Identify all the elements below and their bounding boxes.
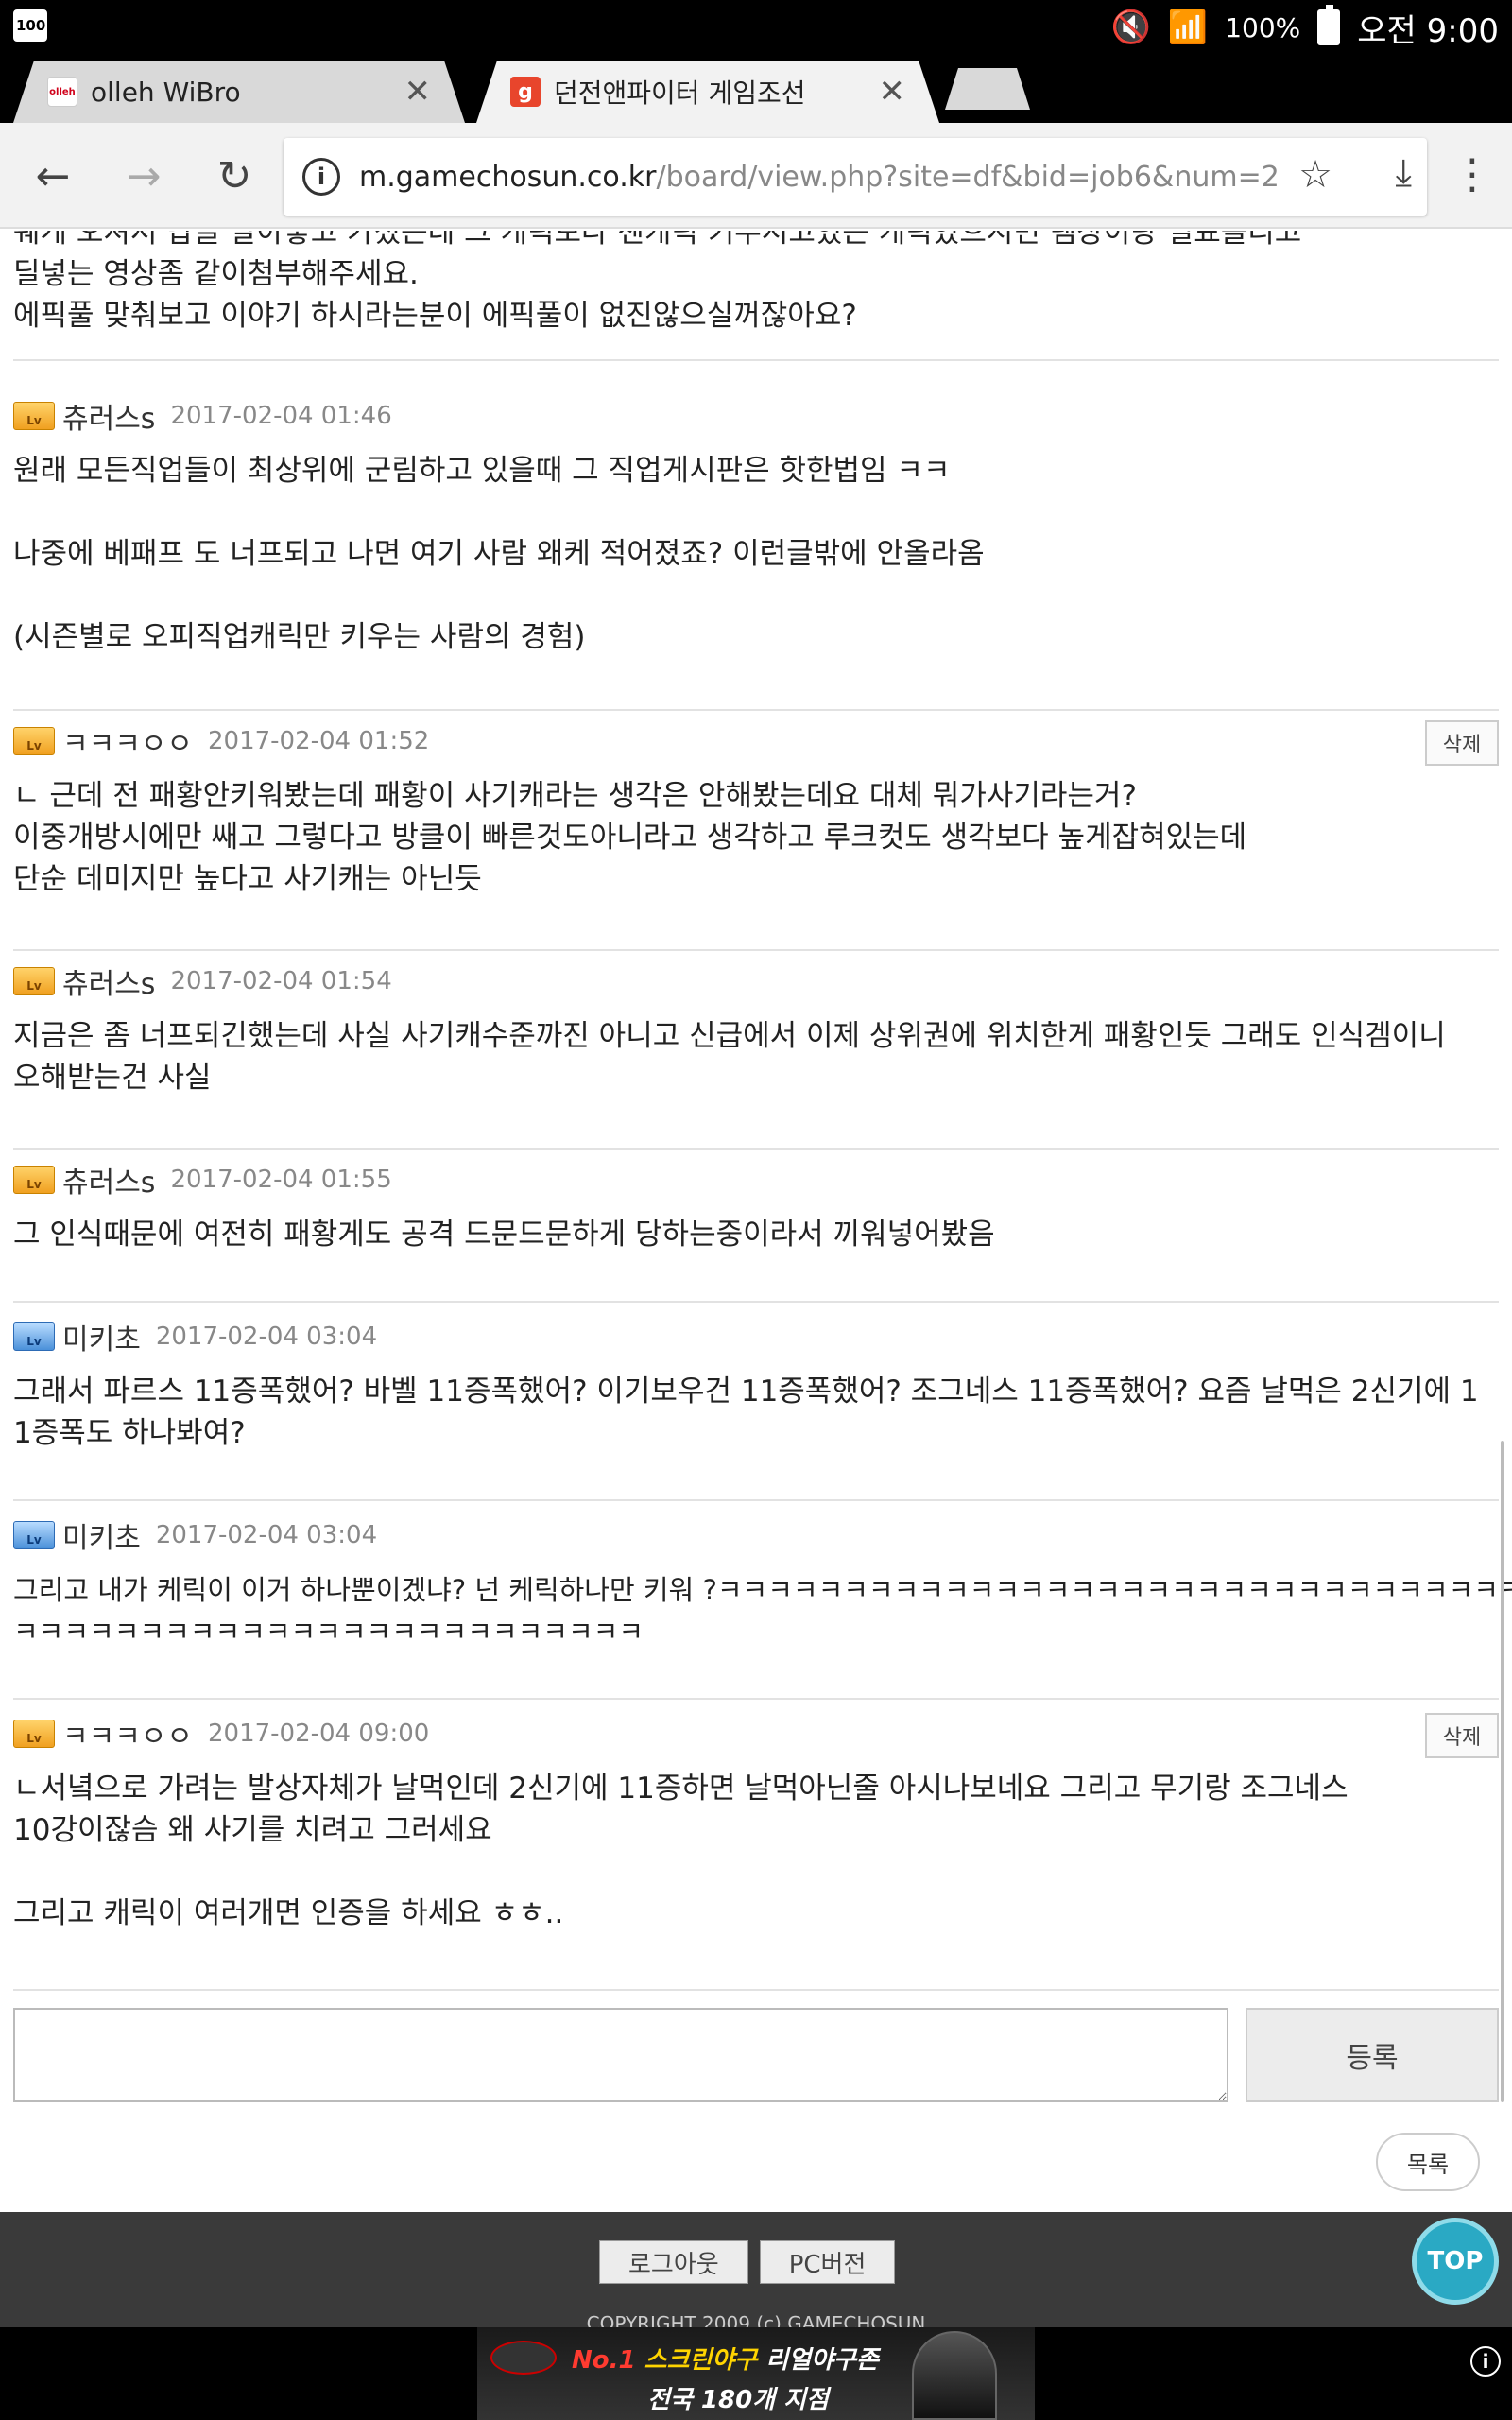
status-bar: 100 🔇 📶 100% 오전 9:00 xyxy=(0,0,1512,55)
ad-creative[interactable]: No.1 스크린야구 리얼야구존 전국 180개 지점 xyxy=(477,2327,1035,2420)
tab-title: olleh WiBro xyxy=(91,76,241,108)
comment-line: (시즌별로 오피직업캐릭만 키우는 사람의 경험) xyxy=(13,620,586,654)
olleh-favicon-icon: olleh xyxy=(47,77,77,107)
battery-level-icon: 100 xyxy=(13,9,47,42)
comment-date: 2017-02-04 01:52 xyxy=(208,727,430,755)
comment-date: 2017-02-04 09:00 xyxy=(208,1720,430,1748)
close-tab-icon[interactable]: ✕ xyxy=(879,73,906,111)
comment-line: 단순 데미지만 높다고 사기캐는 아닌듯 xyxy=(13,862,482,896)
comment-line: 에픽풀 맞춰보고 이야기 하시라는분이 에픽풀이 없진않으실꺼잖아요? xyxy=(13,299,857,333)
comment-line: 그리고 내가 케릭이 이거 하나뿐이겠냐? 넌 케릭하나만 키워 ?ㅋㅋㅋㅋㅋㅋ… xyxy=(13,1574,1512,1606)
ad-screen-baseball: 스크린야구 xyxy=(644,2346,758,2375)
comment-date: 2017-02-04 01:46 xyxy=(170,402,392,430)
level-badge-icon: Lv xyxy=(13,1322,55,1351)
comment-item: Lv ㅋㅋㅋㅇㅇ 2017-02-04 09:00 삭제 ㄴ서녘으로 가려는 발… xyxy=(13,1713,1499,1991)
comment-date: 2017-02-04 03:04 xyxy=(155,1322,378,1351)
baseball-logo-icon xyxy=(490,2341,557,2375)
comment-line: 지금은 좀 너프되긴했는데 사실 사기캐수준까진 아니고 신급에서 이제 상위권… xyxy=(13,1019,1446,1053)
comment-author[interactable]: 츄러스s xyxy=(62,395,155,437)
comment-line: 오해받는건 사실 xyxy=(13,1061,212,1095)
bookmark-star-icon[interactable]: ☆ xyxy=(1298,153,1332,197)
browser-toolbar: ← → ↻ i m.gamechosun.co.kr/board/view.ph… xyxy=(0,123,1512,229)
comment-line: 이중개방시에만 쌔고 그렇다고 방클이 빠른것도아니라고 생각하고 루크컷도 생… xyxy=(13,821,1247,855)
level-badge-icon: Lv xyxy=(13,1521,55,1549)
comment-line: 그래서 파르스 11증폭했어? 바벨 11증폭했어? 이기보우건 11증폭했어?… xyxy=(13,1374,1479,1409)
list-button[interactable]: 목록 xyxy=(1376,2133,1480,2191)
comment-partial-body: 웨게 오셔서 답글 달아놓고 가셨는데 그 캐릭보다 센캐릭 키우시고있는 캐릭… xyxy=(13,231,1499,361)
ad-real-baseball-zone: 리얼야구존 xyxy=(765,2346,879,2375)
comment-list: 웨게 오셔서 답글 달아놓고 가셨는데 그 캐릭보다 센캐릭 키우시고있는 캐릭… xyxy=(0,231,1512,2212)
comment-author[interactable]: 미키초 xyxy=(62,1316,141,1357)
delete-button[interactable]: 삭제 xyxy=(1425,720,1499,766)
url-text[interactable]: m.gamechosun.co.kr/board/view.php?site=d… xyxy=(359,161,1295,194)
comment-line: 10강이잖슴 왜 사기를 치려고 그러세요 xyxy=(13,1813,492,1847)
clock: 오전 9:00 xyxy=(1357,11,1499,50)
ad-info-icon[interactable]: i xyxy=(1470,2346,1501,2377)
mute-icon: 🔇 xyxy=(1110,9,1151,46)
logout-button[interactable]: 로그아웃 xyxy=(599,2240,748,2284)
reply-textarea[interactable] xyxy=(13,2008,1228,2102)
comment-line: 원래 모든직업들이 최상위에 군림하고 있을때 그 직업게시판은 핫한법임 ㅋㅋ xyxy=(13,454,951,488)
reply-form: 등록 xyxy=(13,2008,1499,2104)
url-path: /board/view.php?site=df&bid=job6&num=2 xyxy=(656,160,1280,194)
comment-item: Lv 츄러스s 2017-02-04 01:46 원래 모든직업들이 최상위에 … xyxy=(13,395,1499,711)
level-badge-icon: Lv xyxy=(13,1166,55,1194)
new-tab-button[interactable] xyxy=(945,68,1030,110)
comment-line: 나중에 베패프 도 너프되고 나면 여기 사람 왜케 적어졌죠? 이런글밖에 안… xyxy=(13,537,985,571)
comment-item: Lv 미키초 2017-02-04 03:04 그래서 파르스 11증폭했어? … xyxy=(13,1316,1499,1501)
close-tab-icon[interactable]: ✕ xyxy=(404,73,432,111)
wifi-icon: 📶 xyxy=(1167,9,1209,46)
delete-button[interactable]: 삭제 xyxy=(1425,1713,1499,1758)
forward-arrow-icon[interactable]: → xyxy=(115,147,172,204)
scroll-top-button[interactable]: TOP xyxy=(1412,2218,1499,2305)
footer: 로그아웃 PC버전 COPYRIGHT 2009 (c) GAMECHOSUN xyxy=(0,2212,1512,2335)
level-badge-icon: Lv xyxy=(13,967,55,995)
comment-author[interactable]: ㅋㅋㅋㅇㅇ xyxy=(62,720,193,762)
level-badge-icon: Lv xyxy=(13,1720,55,1748)
tab-olleh-wibro[interactable]: olleh olleh WiBro ✕ xyxy=(13,60,465,123)
tab-title: 던전앤파이터 게임조선 xyxy=(554,78,806,109)
comment-line: ㄴ서녘으로 가려는 발상자체가 날먹인데 2신기에 11증하면 날먹아닌줄 아시… xyxy=(13,1772,1349,1806)
comment-author[interactable]: 츄러스s xyxy=(62,1159,155,1201)
url-host: m.gamechosun.co.kr xyxy=(359,160,657,194)
comment-line: 웨게 오셔서 답글 달아놓고 가셨는데 그 캐릭보다 센캐릭 키우시고있는 캐릭… xyxy=(13,231,1302,250)
download-icon[interactable]: ⤓ xyxy=(1395,151,1412,195)
comment-date: 2017-02-04 03:04 xyxy=(155,1521,378,1549)
submit-button[interactable]: 등록 xyxy=(1246,2008,1499,2102)
ad-no1: No.1 xyxy=(572,2346,636,2375)
comment-item: Lv 츄러스s 2017-02-04 01:55 그 인식때문에 여전히 패황게… xyxy=(13,1159,1499,1303)
back-arrow-icon[interactable]: ← xyxy=(25,147,81,204)
level-badge-icon: Lv xyxy=(13,727,55,755)
info-icon[interactable]: i xyxy=(302,158,340,196)
scrollbar[interactable] xyxy=(1501,1441,1504,2102)
ad-banner[interactable]: No.1 스크린야구 리얼야구존 전국 180개 지점 i xyxy=(0,2327,1512,2420)
tab-bar: olleh olleh WiBro ✕ g 던전앤파이터 게임조선 ✕ xyxy=(0,55,1512,123)
comment-line: 그리고 캐릭이 여러개면 인증을 하세요 ㅎㅎ.. xyxy=(13,1896,564,1930)
battery-icon xyxy=(1317,5,1341,45)
comment-line: ㄴ 근데 전 패황안키워봤는데 패황이 사기캐라는 생각은 안해봤는데요 대체 … xyxy=(13,779,1137,813)
baseball-player-icon xyxy=(912,2331,997,2420)
overflow-menu-icon[interactable]: ⋮ xyxy=(1452,151,1493,199)
comment-line: 그 인식때문에 여전히 패황게도 공격 드문드문하게 당하는중이라서 끼워넣어봤… xyxy=(13,1218,995,1252)
comment-date: 2017-02-04 01:54 xyxy=(170,967,392,995)
gamechosun-favicon-icon: g xyxy=(510,77,541,107)
comment-author[interactable]: 미키초 xyxy=(62,1514,141,1556)
comment-line: 딜넣는 영상좀 같이첨부해주세요. xyxy=(13,257,419,291)
comment-line: 1증폭도 하나봐여? xyxy=(13,1416,246,1450)
comment-author[interactable]: 츄러스s xyxy=(62,960,155,1002)
pc-version-button[interactable]: PC버전 xyxy=(759,2240,896,2284)
address-bar[interactable]: i m.gamechosun.co.kr/board/view.php?site… xyxy=(284,138,1427,216)
comment-item: Lv ㅋㅋㅋㅇㅇ 2017-02-04 01:52 삭제 ㄴ 근데 전 패황안키… xyxy=(13,720,1499,951)
ad-branches: 전국 180개 지점 xyxy=(647,2386,829,2414)
battery-percent: 100% xyxy=(1225,11,1301,43)
comment-author[interactable]: ㅋㅋㅋㅇㅇ xyxy=(62,1713,193,1754)
comment-item: Lv 미키초 2017-02-04 03:04 그리고 내가 케릭이 이거 하나… xyxy=(13,1514,1512,1700)
reload-icon[interactable]: ↻ xyxy=(206,147,263,204)
level-badge-icon: Lv xyxy=(13,402,55,430)
comment-item: Lv 츄러스s 2017-02-04 01:54 지금은 좀 너프되긴했는데 사… xyxy=(13,960,1499,1150)
comment-line: ㅋㅋㅋㅋㅋㅋㅋㅋㅋㅋㅋㅋㅋㅋㅋㅋㅋㅋㅋㅋㅋㅋㅋㅋㅋ xyxy=(13,1616,644,1648)
comment-date: 2017-02-04 01:55 xyxy=(170,1166,392,1194)
tab-gamechosun[interactable]: g 던전앤파이터 게임조선 ✕ xyxy=(476,60,939,123)
